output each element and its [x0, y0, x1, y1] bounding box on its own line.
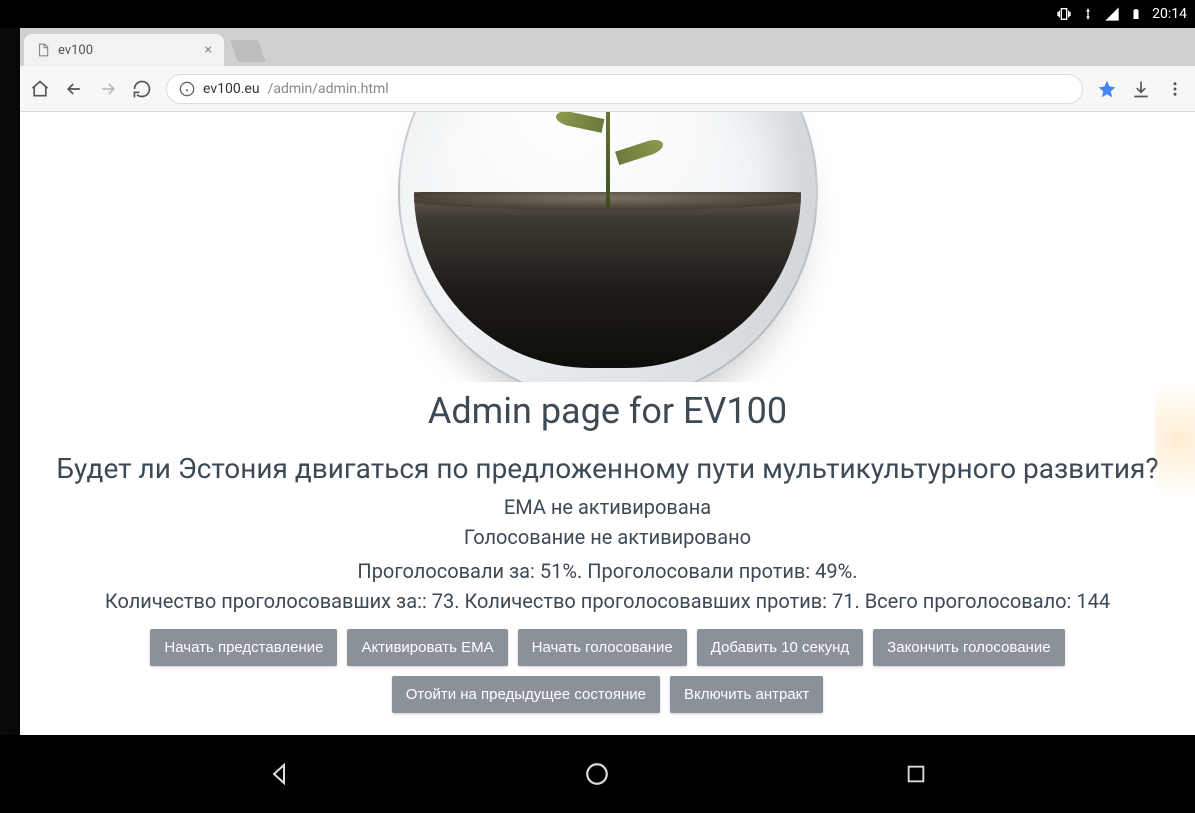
reload-icon[interactable]	[132, 79, 152, 99]
end-vote-button[interactable]: Закончить голосование	[873, 629, 1064, 666]
hero-image	[26, 112, 1189, 382]
vote-percent-line: Проголосовали за: 51%. Проголосовали про…	[357, 559, 857, 583]
vote-status: Голосование не активировано	[464, 525, 751, 549]
intermission-button[interactable]: Включить антракт	[670, 676, 823, 713]
chrome-window: ev100 × ev100.eu/admin/admin.html	[20, 28, 1195, 735]
vote-count-line: Количество проголосовавших за:: 73. Коли…	[105, 589, 1110, 613]
site-info-icon[interactable]	[179, 81, 195, 97]
browser-toolbar: ev100.eu/admin/admin.html	[20, 66, 1195, 112]
home-icon[interactable]	[30, 79, 50, 99]
network-icon	[1080, 6, 1096, 22]
nav-recent-icon[interactable]	[902, 760, 930, 788]
bookmark-star-icon[interactable]	[1097, 79, 1117, 99]
tab-title: ev100	[58, 43, 93, 58]
battery-icon	[1128, 6, 1144, 22]
admin-button-row: Начать представление Активировать ЕМА На…	[26, 629, 1189, 713]
status-clock: 20:14	[1152, 6, 1187, 22]
nav-back-icon[interactable]	[265, 760, 293, 788]
android-status-bar: 20:14	[0, 0, 1195, 28]
ema-status: ЕМА не активирована	[504, 495, 711, 519]
nav-home-icon[interactable]	[583, 760, 611, 788]
page-icon	[36, 43, 50, 57]
new-tab-button[interactable]	[230, 40, 266, 62]
signal-icon	[1104, 6, 1120, 22]
vibrate-icon	[1056, 6, 1072, 22]
start-show-button[interactable]: Начать представление	[150, 629, 337, 666]
page-title: Admin page for EV100	[428, 390, 787, 432]
url-host: ev100.eu	[203, 81, 260, 97]
tab-strip: ev100 ×	[20, 28, 1195, 66]
close-tab-icon[interactable]: ×	[205, 42, 212, 58]
url-path: /admin/admin.html	[268, 81, 389, 97]
terrarium-illustration	[398, 112, 818, 382]
page-body: Admin page for EV100 Будет ли Эстония дв…	[20, 112, 1195, 735]
back-icon[interactable]	[64, 79, 84, 99]
activate-ema-button[interactable]: Активировать ЕМА	[347, 629, 507, 666]
forward-icon	[98, 79, 118, 99]
start-vote-button[interactable]: Начать голосование	[518, 629, 687, 666]
menu-icon[interactable]	[1165, 79, 1185, 99]
rollback-button[interactable]: Отойти на предыдущее состояние	[392, 676, 660, 713]
vote-question: Будет ли Эстония двигаться по предложенн…	[26, 452, 1189, 485]
android-nav-bar	[0, 735, 1195, 813]
add-10s-button[interactable]: Добавить 10 секунд	[697, 629, 863, 666]
address-bar[interactable]: ev100.eu/admin/admin.html	[166, 74, 1083, 104]
browser-tab[interactable]: ev100 ×	[24, 34, 224, 66]
download-icon[interactable]	[1131, 79, 1151, 99]
